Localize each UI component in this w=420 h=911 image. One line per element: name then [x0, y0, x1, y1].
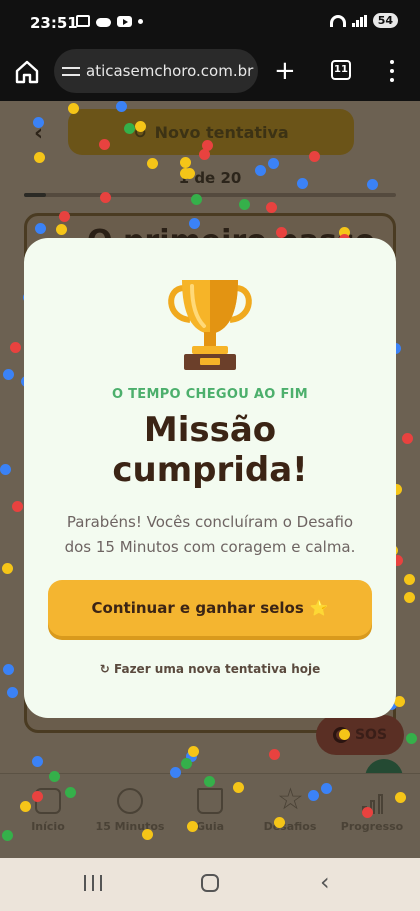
continue-button-label: Continuar e ganhar selos — [91, 599, 304, 617]
status-time: 23:51 — [30, 14, 78, 32]
sos-button[interactable]: SOS — [316, 715, 404, 755]
nav-label: Progresso — [340, 820, 404, 833]
trophy-icon — [168, 280, 252, 370]
android-nav-bar: ‹ — [0, 858, 420, 911]
clock-icon — [117, 788, 143, 814]
status-bar: 23:51 54 — [0, 0, 420, 46]
star-icon: ⭐ — [309, 599, 329, 617]
url-text[interactable]: aticasemchoro.com.br — [86, 62, 253, 80]
battery-indicator: 54 — [372, 13, 398, 28]
cloud-icon — [96, 17, 111, 27]
nav-label: 15 Minutos — [95, 820, 165, 833]
refresh-icon: ↻ — [99, 662, 110, 676]
modal-title: Missão cumprida! — [24, 410, 396, 490]
bar-chart-icon — [359, 788, 385, 814]
bottom-navigation: Início 15 Minutos Guia Desafios Progress… — [0, 773, 420, 858]
nav-label: Início — [31, 820, 65, 833]
sos-label: SOS — [354, 727, 388, 743]
address-bar[interactable]: aticasemchoro.com.br — [54, 49, 258, 93]
nav-item-15-minutos[interactable]: 15 Minutos — [88, 788, 172, 833]
modal-title-line2: cumprida! — [112, 450, 308, 490]
youtube-icon — [117, 15, 132, 27]
site-settings-icon[interactable] — [62, 64, 80, 78]
continue-earn-badges-button[interactable]: Continuar e ganhar selos ⭐ — [48, 580, 372, 636]
lifebuoy-icon — [332, 727, 349, 743]
home-icon — [35, 788, 61, 814]
nav-item-inicio[interactable]: Início — [6, 788, 90, 833]
nav-label: Desafios — [263, 820, 317, 833]
browser-menu-icon[interactable] — [389, 60, 395, 82]
back-button[interactable]: ‹ — [34, 121, 43, 146]
question-counter: 1 de 20 — [178, 169, 242, 187]
notification-icons — [76, 15, 143, 27]
home-button[interactable] — [201, 874, 219, 892]
modal-body: Parabéns! Vocês concluíram o Desafio dos… — [64, 513, 356, 556]
new-attempt-link[interactable]: ↻ Fazer uma nova tentativa hoje — [24, 662, 396, 676]
new-attempt-label: Fazer uma nova tentativa hoje — [113, 662, 321, 676]
retry-top-label: Novo tentativa — [154, 122, 289, 142]
more-notifications-dot-icon — [138, 18, 143, 24]
modal-title-line1: Missão — [143, 410, 277, 450]
nav-item-guia[interactable]: Guia — [168, 788, 252, 833]
wifi-icon — [329, 14, 346, 27]
refresh-icon: ↻ — [133, 122, 147, 142]
nav-item-progresso[interactable]: Progresso — [330, 788, 414, 833]
home-icon[interactable] — [14, 59, 40, 85]
modal-kicker: O TEMPO CHEGOU AO FIM — [111, 387, 309, 402]
progress-bar — [24, 193, 396, 197]
back-nav-button[interactable]: ‹ — [320, 870, 330, 894]
screenshot-icon — [76, 15, 90, 27]
browser-toolbar: aticasemchoro.com.br + 11 — [0, 46, 420, 101]
nav-label: Guia — [195, 820, 225, 833]
star-icon — [277, 782, 303, 817]
system-icons: 54 — [329, 13, 398, 28]
nav-item-desafios[interactable]: Desafios — [248, 782, 332, 833]
progress-fill — [24, 193, 47, 197]
completion-modal: O TEMPO CHEGOU AO FIM Missão cumprida! P… — [24, 238, 396, 718]
tab-switcher-button[interactable]: 11 — [331, 60, 351, 80]
new-tab-button[interactable]: + — [274, 58, 296, 84]
recent-apps-button[interactable] — [84, 875, 102, 891]
book-icon — [197, 788, 223, 814]
signal-icon — [351, 14, 367, 27]
retry-top-button[interactable]: ↻ Novo tentativa — [68, 109, 354, 155]
